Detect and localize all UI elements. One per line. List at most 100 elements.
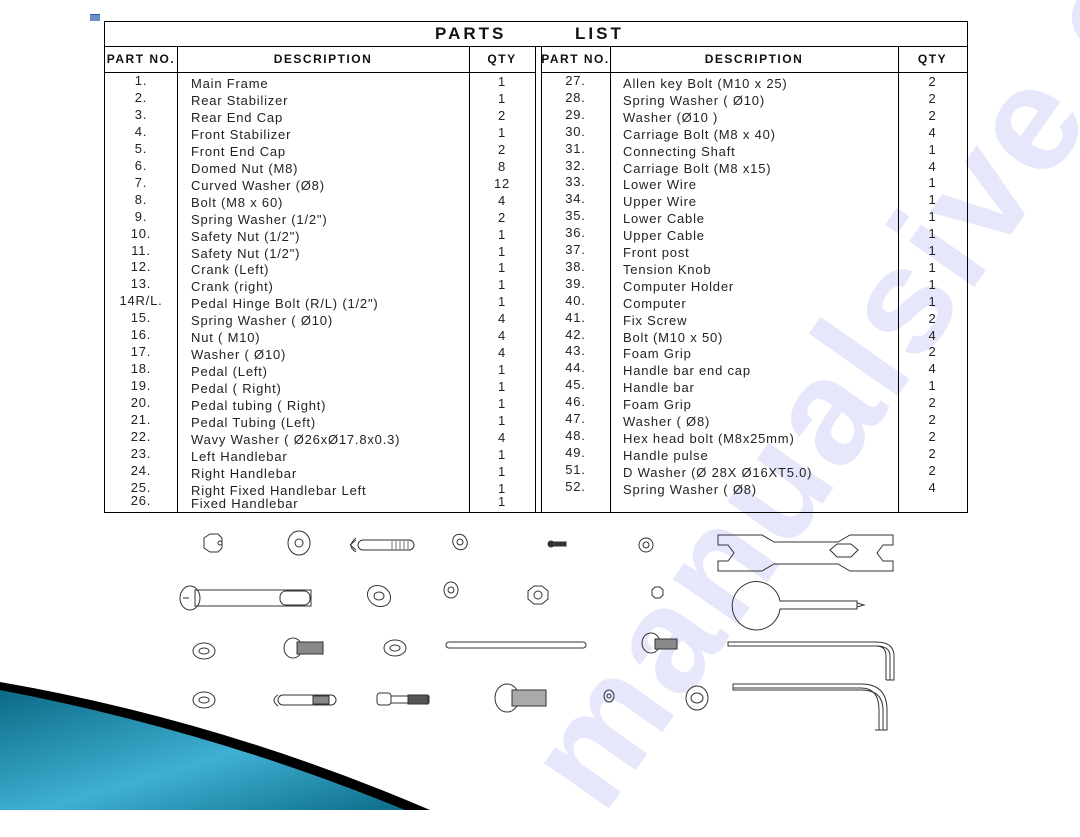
- safety-nut-icon: [527, 585, 549, 605]
- washer-icon: [383, 639, 407, 657]
- part-number: 5.: [134, 140, 148, 156]
- part-quantity: 1: [928, 209, 937, 225]
- flat-washer-icon: [192, 642, 216, 660]
- table-row: 52. Spring Washer ( Ø8) 4: [541, 479, 967, 498]
- part-quantity: 1: [497, 294, 507, 310]
- curved-washer-icon: [287, 530, 311, 556]
- part-number: 18.: [130, 361, 152, 377]
- part-description: Nut ( M10): [191, 330, 261, 346]
- part-quantity: 2: [928, 107, 937, 123]
- part-description: Curved Washer (Ø8): [191, 177, 325, 193]
- part-quantity: 2: [928, 428, 937, 444]
- large-allen-bolt-icon: [494, 683, 547, 713]
- left-parts-section: PART NO. DESCRIPTION QTY 1. Main Frame 1 2.…: [105, 47, 535, 512]
- part-quantity: 4: [928, 124, 937, 140]
- d-washer-icon: [685, 685, 709, 711]
- part-number: 16.: [130, 327, 152, 343]
- part-number: 20.: [130, 395, 152, 411]
- header-part-no: PART NO.: [541, 52, 610, 66]
- column-separator: [535, 47, 536, 512]
- part-number: 30.: [565, 123, 586, 139]
- part-quantity: 1: [497, 413, 507, 428]
- part-number: 23.: [130, 445, 152, 461]
- carriage-bolt-icon: [273, 694, 337, 707]
- part-number: 22.: [130, 428, 152, 444]
- part-description: Fixed Handlebar: [191, 495, 299, 511]
- part-description: Left Handlebar: [191, 448, 288, 464]
- part-description: Wavy Washer ( Ø26xØ17.8x0.3): [191, 431, 401, 447]
- part-number: 21.: [130, 412, 152, 427]
- allen-key-icon: [732, 683, 888, 731]
- part-quantity: 12: [493, 175, 511, 191]
- part-description: Safety Nut (1/2"): [191, 228, 301, 244]
- part-number: 15.: [130, 310, 152, 326]
- part-description: Rear Stabilizer: [191, 92, 289, 108]
- part-number: 24.: [130, 462, 152, 478]
- allen-bolt-icon: [283, 637, 324, 659]
- part-description: Main Frame: [191, 76, 269, 91]
- part-description: Front End Cap: [191, 143, 286, 159]
- title-list: LIST: [575, 24, 624, 43]
- part-quantity: 1: [928, 192, 937, 208]
- part-quantity: 1: [928, 378, 937, 394]
- part-description: Handle bar end cap: [623, 363, 751, 379]
- part-quantity: 8: [497, 158, 507, 174]
- part-description: Foam Grip: [623, 346, 692, 362]
- part-number: 46.: [565, 394, 586, 410]
- right-parts-section: PART NO. DESCRIPTION QTY 27. Allen key Bo…: [541, 47, 967, 512]
- part-description: Computer: [623, 295, 687, 311]
- part-number: 19.: [130, 378, 152, 394]
- part-description: Washer ( Ø10): [191, 347, 287, 363]
- small-washer-icon: [638, 537, 654, 553]
- part-description: Pedal ( Right): [191, 381, 282, 397]
- part-description: Hex head bolt (M8x25mm): [623, 430, 795, 446]
- part-number: 6.: [134, 157, 148, 173]
- spring-washer-icon: [443, 581, 459, 599]
- part-quantity: 1: [497, 277, 507, 293]
- table-title-row: PARTS LIST: [105, 22, 967, 47]
- part-quantity: 4: [497, 192, 507, 208]
- part-quantity: 2: [928, 344, 937, 360]
- domed-nut-icon: [203, 533, 223, 553]
- part-quantity: 1: [928, 259, 937, 275]
- part-number: 2.: [134, 89, 148, 105]
- part-number: 44.: [565, 360, 586, 376]
- part-description: Computer Holder: [623, 278, 734, 294]
- part-number: 11.: [131, 242, 151, 258]
- part-quantity: 4: [497, 429, 507, 445]
- part-number: 31.: [565, 140, 586, 156]
- spring-washer-icon: [452, 533, 468, 551]
- part-quantity: 1: [497, 90, 507, 106]
- part-description: Spring Washer ( Ø10): [191, 313, 333, 329]
- part-quantity: 4: [928, 327, 937, 343]
- part-description: Right Handlebar: [191, 465, 297, 481]
- part-number: 48.: [565, 427, 586, 443]
- part-quantity: 1: [497, 396, 507, 412]
- part-number: 1.: [134, 73, 148, 88]
- part-description: Bolt (M8 x 60): [191, 194, 284, 210]
- part-quantity: 2: [928, 445, 937, 461]
- header-qty: QTY: [917, 52, 948, 66]
- part-description: Domed Nut (M8): [191, 160, 299, 176]
- part-description: Pedal (Left): [191, 364, 268, 380]
- part-description: Spring Washer ( Ø10): [623, 92, 765, 108]
- part-description: Carriage Bolt (M8 x15): [623, 160, 772, 176]
- part-description: Tension Knob: [623, 261, 712, 277]
- part-description: Pedal tubing ( Right): [191, 398, 327, 414]
- part-quantity: 1: [928, 276, 937, 292]
- combo-wrench-screwdriver-icon: [731, 581, 866, 631]
- part-description: Foam Grip: [623, 397, 692, 413]
- part-description: Washer (Ø10 ): [623, 109, 719, 125]
- part-number: 51.: [565, 461, 586, 477]
- part-description: Allen key Bolt (M10 x 25): [623, 76, 788, 91]
- part-description: Safety Nut (1/2"): [191, 245, 301, 261]
- part-quantity: 1: [497, 446, 507, 462]
- part-quantity: 2: [928, 90, 937, 106]
- part-number: 34.: [565, 191, 586, 207]
- part-description: Rear End Cap: [191, 109, 283, 125]
- decorative-swoosh: [0, 682, 430, 810]
- part-number: 33.: [565, 174, 586, 190]
- allen-key-icon: [727, 641, 895, 681]
- part-number: 36.: [565, 225, 586, 241]
- connecting-shaft-icon: [445, 641, 587, 649]
